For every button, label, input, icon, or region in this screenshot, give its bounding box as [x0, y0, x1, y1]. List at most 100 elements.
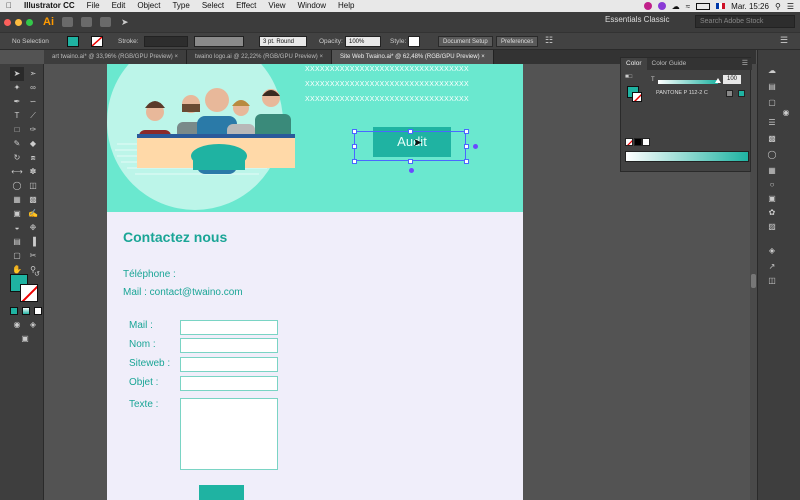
image-trace-icon[interactable]: ▨ [766, 222, 778, 232]
artboard[interactable]: XXXXXXXXXXXXXXXXXXXXXXXXXXXXXXXXX XXXXXX… [107, 64, 523, 500]
line-tool-icon[interactable]: ⟋ [26, 109, 40, 123]
bar-graph-tool-icon[interactable]: ▐ [26, 235, 40, 249]
app-name-menu[interactable]: Illustrator CC [18, 0, 81, 12]
battery-icon[interactable] [696, 2, 711, 10]
align-icon[interactable]: ☰ [766, 118, 778, 128]
slice-tool-icon[interactable]: ✂ [26, 249, 40, 263]
form-label-siteweb[interactable]: Siteweb : [129, 358, 170, 369]
bridge-icon[interactable] [62, 17, 73, 27]
anchor-point[interactable] [473, 144, 478, 149]
apple-icon[interactable]:  [0, 0, 18, 12]
swap-colors-icon[interactable]: ↺ [30, 268, 44, 282]
artboards-icon[interactable]: ◫ [766, 276, 778, 286]
team-meeting-illustration[interactable] [107, 64, 307, 212]
rectangle-tool-icon[interactable]: □ [10, 123, 24, 137]
tab-color[interactable]: Color [621, 58, 647, 70]
resize-handle[interactable] [352, 144, 357, 149]
menu-object[interactable]: Object [131, 0, 166, 12]
form-label-objet[interactable]: Objet : [129, 377, 158, 388]
menu-window[interactable]: Window [292, 0, 332, 12]
gradient-panel-icon[interactable]: ▣ [766, 194, 778, 204]
shaper-tool-icon[interactable]: ✎ [10, 137, 24, 151]
form-label-mail[interactable]: Mail : [129, 320, 153, 331]
transform-icon[interactable]: ▩ [766, 134, 778, 144]
width-tool-icon[interactable]: ⟷ [10, 165, 24, 179]
resize-handle[interactable] [352, 129, 357, 134]
brush-definition-select[interactable]: 3 pt. Round [259, 36, 307, 47]
gradient-tool-icon[interactable]: ▣ [10, 207, 24, 221]
mesh-tool-icon[interactable]: ▩ [26, 193, 40, 207]
black-color-swatch[interactable] [634, 138, 642, 146]
eyedropper-tool-icon[interactable]: ✍ [26, 207, 40, 221]
properties-icon[interactable]: ▤ [766, 82, 778, 92]
hero-banner[interactable]: XXXXXXXXXXXXXXXXXXXXXXXXXXXXXXXXX XXXXXX… [107, 64, 523, 212]
objet-field[interactable] [180, 376, 278, 391]
close-tab-icon[interactable]: × [481, 54, 485, 60]
symbol-sprayer-tool-icon[interactable]: ❉ [26, 221, 40, 235]
stock-search-input[interactable]: Search Adobe Stock [695, 15, 795, 28]
arrange-documents-icon[interactable] [100, 17, 111, 27]
nom-field[interactable] [180, 338, 278, 353]
menu-help[interactable]: Help [332, 0, 360, 12]
resize-handle[interactable] [464, 144, 469, 149]
magic-wand-tool-icon[interactable]: ✦ [10, 81, 24, 95]
selection-tool-icon[interactable]: ➤ [10, 67, 24, 81]
vertical-scrollbar[interactable] [750, 64, 757, 500]
close-tab-icon[interactable]: × [319, 54, 323, 60]
mail-contact-line[interactable]: Mail : contact@twaino.com [123, 287, 243, 298]
menu-select[interactable]: Select [196, 0, 230, 12]
slider-thumb[interactable] [715, 78, 721, 83]
tab-art-twaino[interactable]: art twaino.ai* @ 33,96% (RGB/GPU Preview… [44, 50, 187, 64]
curvature-tool-icon[interactable]: ∽ [26, 95, 40, 109]
blend-tool-icon[interactable]: ◒ [10, 221, 24, 235]
default-colors-icon[interactable]: ■□ [625, 74, 632, 80]
scale-tool-icon[interactable]: ⧈ [26, 151, 40, 165]
paintbrush-tool-icon[interactable]: ✑ [26, 123, 40, 137]
direct-selection-tool-icon[interactable]: ➣ [26, 67, 40, 81]
send-button[interactable] [199, 485, 244, 500]
panel-menu-icon[interactable]: ☰ [742, 58, 752, 70]
menu-edit[interactable]: Edit [106, 0, 132, 12]
resize-handle[interactable] [408, 159, 413, 164]
color-spectrum-ramp[interactable] [625, 151, 749, 162]
gradient-mode-button[interactable] [22, 307, 30, 315]
symbols-icon[interactable]: ✿ [766, 208, 778, 218]
draw-normal-icon[interactable]: ◉ [10, 318, 24, 332]
artboard-tool-icon[interactable]: ▢ [10, 249, 24, 263]
rotate-tool-icon[interactable]: ↻ [10, 151, 24, 165]
form-label-texte[interactable]: Texte : [129, 399, 158, 410]
align-options-icon[interactable]: ☷ [545, 35, 553, 46]
fill-swatch[interactable] [67, 36, 79, 47]
export-icon[interactable]: ↗ [766, 262, 778, 272]
minimize-window-button[interactable] [15, 18, 22, 26]
notification-icon[interactable]: ☰ [787, 2, 794, 11]
gpu-rocket-icon[interactable]: ➤ [121, 17, 129, 28]
perspective-grid-tool-icon[interactable]: ▦ [10, 193, 24, 207]
spotlight-icon[interactable]: ⚲ [775, 2, 781, 11]
contact-title[interactable]: Contactez nous [123, 229, 227, 245]
resize-handle[interactable] [408, 129, 413, 134]
status-app-icon[interactable] [643, 2, 652, 10]
placeholder-text-line[interactable]: XXXXXXXXXXXXXXXXXXXXXXXXXXXXXXXXX [305, 81, 469, 88]
live-paint-tool-icon[interactable]: ◫ [26, 179, 40, 193]
stock-icon[interactable] [81, 17, 92, 27]
shape-builder-tool-icon[interactable]: ◯ [10, 179, 24, 193]
stroke-color-box[interactable] [20, 284, 38, 302]
tint-value-input[interactable]: 100 [723, 75, 741, 84]
siteweb-field[interactable] [180, 357, 278, 372]
opacity-input[interactable]: 100% [345, 36, 381, 47]
stroke-panel-icon[interactable]: ○ [766, 180, 778, 190]
resize-handle[interactable] [464, 159, 469, 164]
type-tool-icon[interactable]: T [10, 109, 24, 123]
wifi-icon[interactable]: ≈ [686, 2, 690, 11]
stroke-weight-input[interactable] [144, 36, 188, 47]
document-setup-button[interactable]: Document Setup [438, 36, 493, 47]
screen-mode-icon[interactable]: ▣ [18, 332, 32, 346]
menu-type[interactable]: Type [166, 0, 195, 12]
status-app-icon-2[interactable] [657, 2, 666, 10]
clock[interactable]: Mar. 15:26 [731, 2, 769, 11]
draw-behind-icon[interactable]: ◈ [26, 318, 40, 332]
eraser-tool-icon[interactable]: ◆ [26, 137, 40, 151]
libraries-icon[interactable]: ☁ [766, 66, 778, 76]
mail-field[interactable] [180, 320, 278, 335]
